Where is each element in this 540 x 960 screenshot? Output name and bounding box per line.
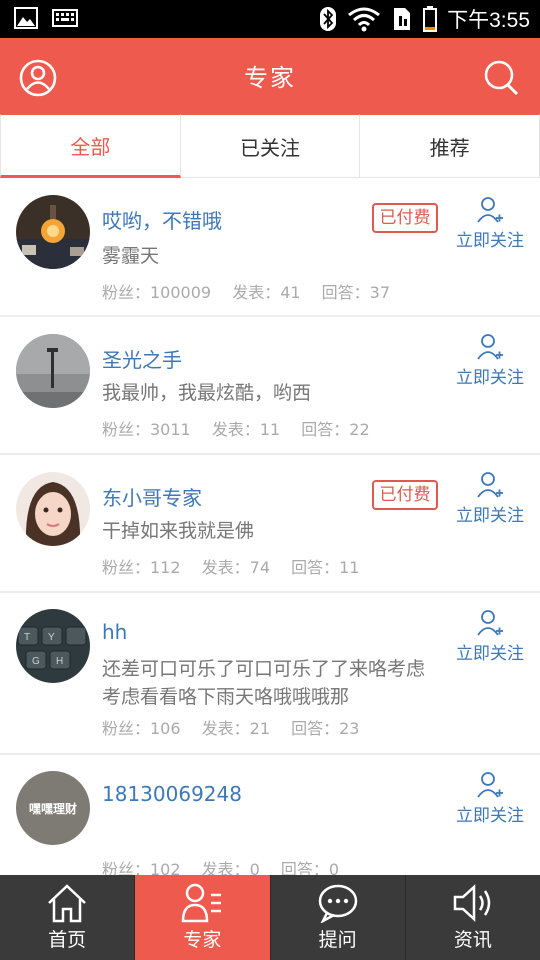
avatar [16,334,90,408]
posts-count: 发表：21 [201,719,271,738]
posts-count: 发表：74 [201,558,271,577]
follow-button[interactable]: 立即关注 [452,609,528,664]
speaker-icon [453,884,491,922]
posts-count: 发表：0 [201,860,260,875]
list-item[interactable]: 哎哟，不错哦 雾霾天 粉丝：100009 发表：41 回答：37 已付费 立即关… [0,178,540,317]
add-user-icon [477,197,503,223]
search-icon [484,60,519,96]
svg-text:T: T [24,632,30,643]
follow-label: 立即关注 [456,506,524,526]
expert-stats: 粉丝：102 发表：0 回答：0 [102,856,355,875]
svg-text:H: H [56,656,63,667]
answers-count: 回答：37 [321,283,391,302]
experts-icon [182,883,222,923]
image-icon [14,7,38,29]
search-button[interactable] [482,58,522,98]
keyboard-icon [52,9,78,27]
avatar: T Y G H [16,609,90,683]
filter-tabs: 全部 已关注 推荐 [0,114,540,178]
nav-news-label: 资讯 [453,929,492,951]
expert-stats: 粉丝：3011 发表：11 回答：22 [102,416,386,440]
posts-count: 发表：41 [232,283,301,302]
expert-description: 还差可口可乐了可口可乐了了来咯考虑考虑看看咯下雨天咯哦哦哦那 [102,658,426,708]
tab-following[interactable]: 已关注 [180,114,361,178]
follow-label: 立即关注 [456,368,524,388]
bluetooth-icon [320,7,337,31]
answers-count: 回答：0 [280,860,340,875]
nav-ask[interactable]: 提问 [271,875,406,960]
battery-icon [423,6,438,32]
avatar [16,472,90,546]
follow-label: 立即关注 [456,806,524,826]
list-item[interactable]: 东小哥专家 干掉如来我就是佛 粉丝：112 发表：74 回答：11 已付费 立即… [0,455,540,593]
svg-text:Y: Y [48,632,55,643]
follow-label: 立即关注 [456,644,524,664]
expert-description: 干掉如来我就是佛 [102,520,255,542]
bottom-navigation: 首页 专家 提问 资讯 [0,875,540,960]
nav-home-label: 首页 [48,929,87,951]
expert-name[interactable]: 哎哟，不错哦 [102,205,222,234]
add-user-icon [477,610,503,636]
expert-list: 哎哟，不错哦 雾霾天 粉丝：100009 发表：41 回答：37 已付费 立即关… [0,178,540,875]
fans-count: 粉丝：102 [102,860,181,875]
expert-name[interactable]: hh [102,620,127,644]
list-item[interactable]: 嘿嘿理财 18130069248 粉丝：102 发表：0 回答：0 立即关注 [0,755,540,875]
expert-stats: 粉丝：112 发表：74 回答：11 [102,554,375,578]
follow-label: 立即关注 [456,231,524,251]
expert-name[interactable]: 圣光之手 [102,344,182,373]
fans-count: 粉丝：100009 [102,283,212,302]
answers-count: 回答：22 [301,420,370,439]
add-user-icon [477,472,503,498]
expert-name[interactable]: 18130069248 [102,782,242,806]
posts-count: 发表：11 [211,420,281,439]
svg-text:G: G [32,656,40,667]
fans-count: 粉丝：112 [102,558,181,577]
answers-count: 回答：23 [291,719,360,738]
app-header: 专家 [0,38,540,114]
avatar [16,195,90,269]
sim-signal-icon [394,8,411,30]
expert-description: 雾霾天 [102,245,160,267]
tab-all[interactable]: 全部 [0,114,181,178]
nav-home[interactable]: 首页 [0,875,136,960]
clock: 下午3:55 [447,9,530,32]
list-item[interactable]: T Y G H hh 还差可口可乐了可口可乐了了来咯考虑考虑看看咯下雨天咯哦哦哦那 粉… [0,593,540,755]
list-item[interactable]: 圣光之手 我最帅，我最炫酷，哟西 粉丝：3011 发表：11 回答：22 立即关… [0,317,540,455]
paid-badge: 已付费 [372,480,438,510]
fans-count: 粉丝：3011 [102,420,191,439]
follow-button[interactable]: 立即关注 [452,471,528,526]
follow-button[interactable]: 立即关注 [452,771,528,826]
nav-experts[interactable]: 专家 [135,875,271,960]
expert-stats: 粉丝：100009 发表：41 回答：37 [102,279,406,303]
page-title: 专家 [244,64,296,92]
fans-count: 粉丝：106 [102,719,181,738]
chat-bubble-icon [318,884,357,923]
status-bar: 下午3:55 [0,0,540,38]
expert-description: 我最帅，我最炫酷，哟西 [102,382,312,404]
add-user-icon [477,772,503,798]
expert-name[interactable]: 东小哥专家 [102,482,202,511]
nav-experts-label: 专家 [183,929,222,951]
follow-button[interactable]: 立即关注 [452,196,528,251]
home-icon [48,884,86,923]
nav-ask-label: 提问 [318,929,357,951]
expert-stats: 粉丝：106 发表：21 回答：23 [102,715,375,739]
nav-news[interactable]: 资讯 [406,875,540,960]
tab-recommended[interactable]: 推荐 [360,114,540,178]
wifi-icon [348,7,381,32]
paid-badge: 已付费 [372,203,438,233]
avatar-logo-text: 嘿嘿理财 [28,801,77,816]
follow-button[interactable]: 立即关注 [452,333,528,388]
answers-count: 回答：11 [291,558,360,577]
avatar: 嘿嘿理财 [16,771,90,845]
add-user-icon [477,334,503,360]
